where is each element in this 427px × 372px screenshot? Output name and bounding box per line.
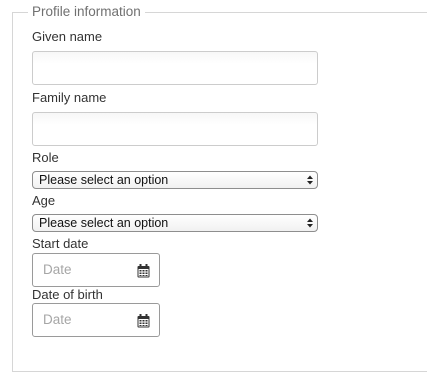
age-label: Age [32,193,56,208]
family-name-label: Family name [32,90,107,105]
date-of-birth-input[interactable]: Date [32,303,160,337]
select-arrows-icon [307,175,313,185]
calendar-icon[interactable] [137,264,150,278]
given-name-input[interactable] [32,51,318,85]
family-name-input[interactable] [32,112,318,146]
date-of-birth-label: Date of birth [32,287,103,302]
start-date-label: Start date [32,236,89,251]
calendar-icon[interactable] [137,314,150,328]
role-select[interactable]: Please select an option [32,171,318,189]
role-label: Role [32,150,59,165]
age-select[interactable]: Please select an option [32,214,318,232]
given-name-label: Given name [32,29,103,44]
start-date-placeholder: Date [43,262,72,277]
role-select-value: Please select an option [39,173,169,187]
date-of-birth-placeholder: Date [43,312,72,327]
age-select-value: Please select an option [39,216,169,230]
fieldset-legend: Profile information [28,3,145,21]
start-date-input[interactable]: Date [32,253,160,287]
select-arrows-icon [307,218,313,228]
